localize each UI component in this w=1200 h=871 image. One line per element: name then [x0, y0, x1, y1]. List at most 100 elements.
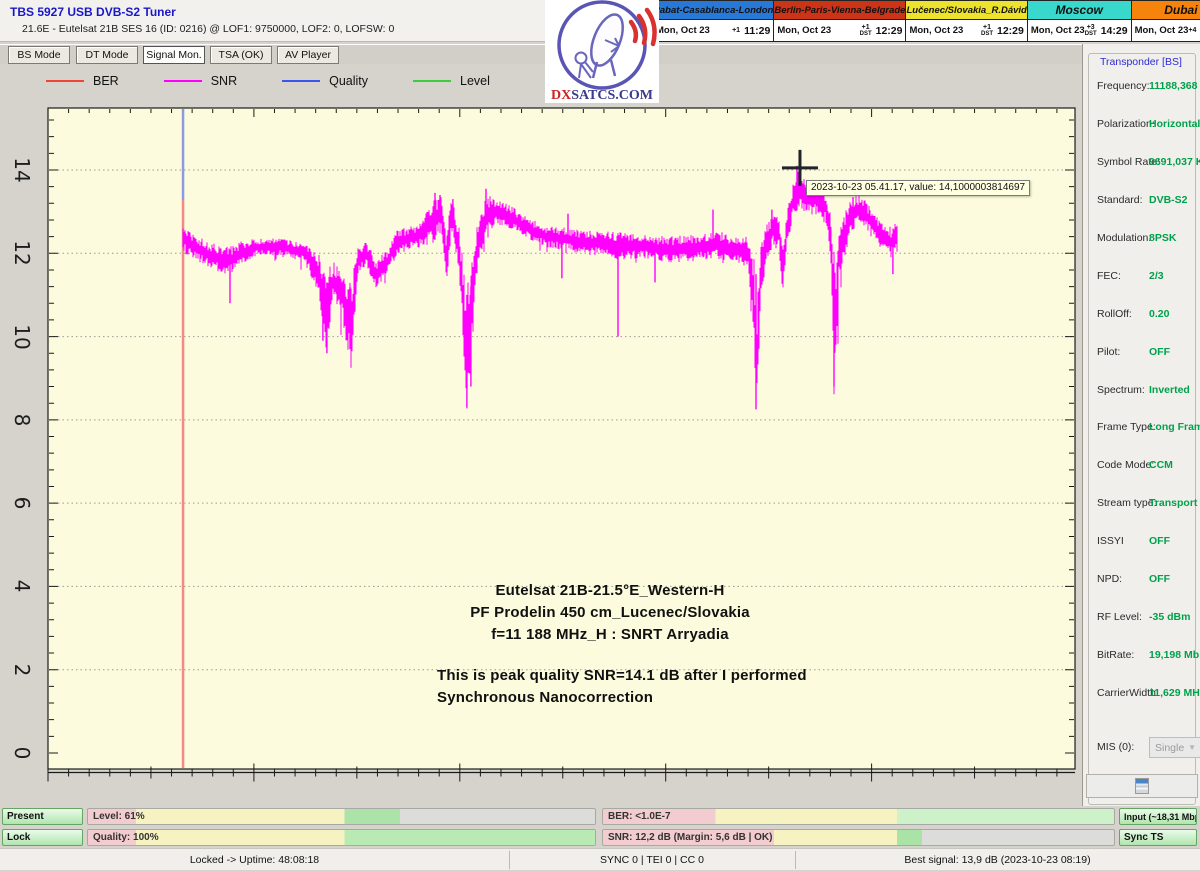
- y-axis-label-14: 14: [10, 157, 34, 182]
- legend-line-icon: [282, 80, 320, 82]
- transponder-row-rolloff-: RollOff: 0.20: [1089, 308, 1200, 322]
- transponder-row-frequency-: Frequency: 11188,368 MHz: [1089, 80, 1200, 94]
- row-label: FEC:: [1097, 270, 1121, 282]
- transponder-row-issyi: ISSYI OFF: [1089, 535, 1200, 549]
- input-indicator[interactable]: Input (~18,31 Mbps): [1119, 808, 1197, 825]
- chart-legend: BER SNR Quality Level: [46, 74, 535, 88]
- row-label: RF Level:: [1097, 611, 1142, 623]
- clock-1: Berlin-Paris-Vienna-Belgrade Mon, Oct 23…: [774, 0, 906, 42]
- chart-annotation-bottom: This is peak quality SNR=14.1 dB after I…: [437, 665, 857, 709]
- clock-time: Mon, Oct 23 +1DST 12:29: [774, 20, 905, 41]
- y-axis-label-6: 6: [10, 497, 34, 510]
- row-label: NPD:: [1097, 573, 1122, 585]
- row-value: 11,629 MHz: [1149, 687, 1200, 699]
- row-value: 0.20: [1149, 308, 1169, 320]
- clock-label: Moscow: [1028, 1, 1131, 20]
- world-clocks: Rabat-Casablanca-London Mon, Oct 23 +1 1…: [652, 0, 1200, 42]
- row-value: 2/3: [1149, 270, 1164, 282]
- transponder-row-stream-type-: Stream type: Transport: [1089, 497, 1200, 511]
- clock-time: Mon, Oct 23 +4 14:29: [1132, 20, 1200, 41]
- transponder-row-frame-type-: Frame Type: Long Frame: [1089, 421, 1200, 435]
- tab-signal-mon-[interactable]: Signal Mon.: [143, 46, 205, 64]
- legend-item-ber: BER: [46, 74, 119, 88]
- mis-value: Single: [1155, 742, 1184, 754]
- status-sync-counters: SYNC 0 | TEI 0 | CC 0: [509, 849, 795, 871]
- sync-ts-indicator[interactable]: Sync TS: [1119, 829, 1197, 846]
- y-axis-label-8: 8: [10, 413, 34, 426]
- transponder-row-spectrum-: Spectrum: Inverted: [1089, 384, 1200, 398]
- row-value: OFF: [1149, 573, 1170, 585]
- row-label: Modulation:: [1097, 232, 1151, 244]
- bar-label: Level: 61%: [93, 811, 145, 822]
- app-title: TBS 5927 USB DVB-S2 Tuner: [10, 5, 176, 19]
- chart-annotation-top: Eutelsat 21B-21.5°E_Western-H PF Prodeli…: [408, 580, 812, 646]
- transponder-row-rf-level-: RF Level: -35 dBm: [1089, 611, 1200, 625]
- tab-dt-mode[interactable]: DT Mode: [76, 46, 138, 64]
- status-best-signal: Best signal: 13,9 dB (2023-10-23 08:19): [795, 849, 1200, 871]
- y-axis-label-10: 10: [10, 324, 34, 349]
- row-label: Stream type:: [1097, 497, 1157, 509]
- row-value: Horizontal: [1149, 118, 1200, 130]
- bar-label: Quality: 100%: [93, 832, 159, 843]
- tab-tsa-ok-[interactable]: TSA (OK): [210, 46, 272, 64]
- snr-progress-bar: SNR: 12,2 dB (Margin: 5,6 dB | OK): [602, 829, 1115, 846]
- present-indicator[interactable]: Present: [2, 808, 83, 825]
- row-value: 9691,037 KS/s: [1149, 156, 1200, 168]
- clock-0: Rabat-Casablanca-London Mon, Oct 23 +1 1…: [652, 0, 774, 42]
- status-bar: Locked -> Uptime: 48:08:18 SYNC 0 | TEI …: [0, 848, 1200, 870]
- mis-row: MIS (0): Single ▼: [1089, 741, 1200, 755]
- tab-bs-mode[interactable]: BS Mode: [8, 46, 70, 64]
- transponder-row-standard-: Standard: DVB-S2: [1089, 194, 1200, 208]
- row-label: Frame Type:: [1097, 421, 1156, 433]
- row-value: Transport: [1149, 497, 1197, 509]
- logo-dx: DX: [551, 88, 571, 103]
- status-lock-uptime: Locked -> Uptime: 48:08:18: [0, 849, 509, 871]
- legend-label: BER: [93, 74, 119, 88]
- clock-time: Mon, Oct 23 +1 11:29: [653, 20, 773, 41]
- row-value: DVB-S2: [1149, 194, 1188, 206]
- ber-progress-bar: BER: <1.0E-7: [602, 808, 1115, 825]
- clock-3: Moscow Mon, Oct 23 +3DST 14:29: [1028, 0, 1132, 42]
- transponder-row-symbol-rate-: Symbol Rate: 9691,037 KS/s: [1089, 156, 1200, 170]
- row-label: BitRate:: [1097, 649, 1134, 661]
- clock-4: Dubai Mon, Oct 23 +4 14:29: [1132, 0, 1200, 42]
- status-divider: [795, 851, 796, 869]
- row-value: -35 dBm: [1149, 611, 1190, 623]
- signal-monitor-panel: BER SNR Quality Level 02468101214 Eutels…: [0, 64, 1082, 806]
- y-axis-label-0: 0: [10, 747, 34, 760]
- row-value: Inverted: [1149, 384, 1190, 396]
- row-label: ISSYI: [1097, 535, 1124, 547]
- legend-label: Level: [460, 74, 490, 88]
- lock-indicator[interactable]: Lock: [2, 829, 83, 846]
- legend-item-level: Level: [413, 74, 490, 88]
- row-value: 11188,368 MHz: [1149, 80, 1200, 92]
- transponder-row-polarization-: Polarization: Horizontal: [1089, 118, 1200, 132]
- clock-label: Dubai: [1132, 1, 1200, 20]
- transponder-groupbox: Transponder [BS] Frequency: 11188,368 MH…: [1088, 53, 1196, 805]
- transponder-row-code-mode-: Code Mode: CCM: [1089, 459, 1200, 473]
- transponder-title: Transponder [BS]: [1097, 56, 1185, 68]
- row-label: RollOff:: [1097, 308, 1132, 320]
- status-divider: [509, 851, 510, 869]
- quality-progress-bar: Quality: 100%: [87, 829, 596, 846]
- row-value: Long Frame: [1149, 421, 1200, 433]
- clock-time: Mon, Oct 23 +3DST 14:29: [1028, 20, 1131, 41]
- row-value: OFF: [1149, 535, 1170, 547]
- row-label: Frequency:: [1097, 80, 1150, 92]
- y-axis-label-12: 12: [10, 241, 34, 266]
- row-value: 19,198 Mbit/s: [1149, 649, 1200, 661]
- stream-list-button[interactable]: [1086, 774, 1198, 798]
- logo-rest: SATCS.COM: [571, 88, 653, 103]
- svg-text:DXSATCS.COM: DXSATCS.COM: [551, 88, 653, 103]
- mis-dropdown[interactable]: Single ▼: [1149, 737, 1200, 758]
- y-axis-label-4: 4: [10, 580, 34, 593]
- clock-2: Lučenec/Slovakia_R.Dávid Mon, Oct 23 +1D…: [906, 0, 1027, 42]
- row-label: Standard:: [1097, 194, 1143, 206]
- satellite-dish-icon: DXSATCS.COM: [545, 0, 659, 103]
- annotation-line-5: Synchronous Nanocorrection: [437, 687, 857, 709]
- row-label: Spectrum:: [1097, 384, 1145, 396]
- tab-av-player[interactable]: AV Player: [277, 46, 339, 64]
- clock-label: Berlin-Paris-Vienna-Belgrade: [774, 1, 905, 20]
- clock-label: Rabat-Casablanca-London: [653, 1, 773, 20]
- mis-label: MIS (0):: [1097, 741, 1134, 753]
